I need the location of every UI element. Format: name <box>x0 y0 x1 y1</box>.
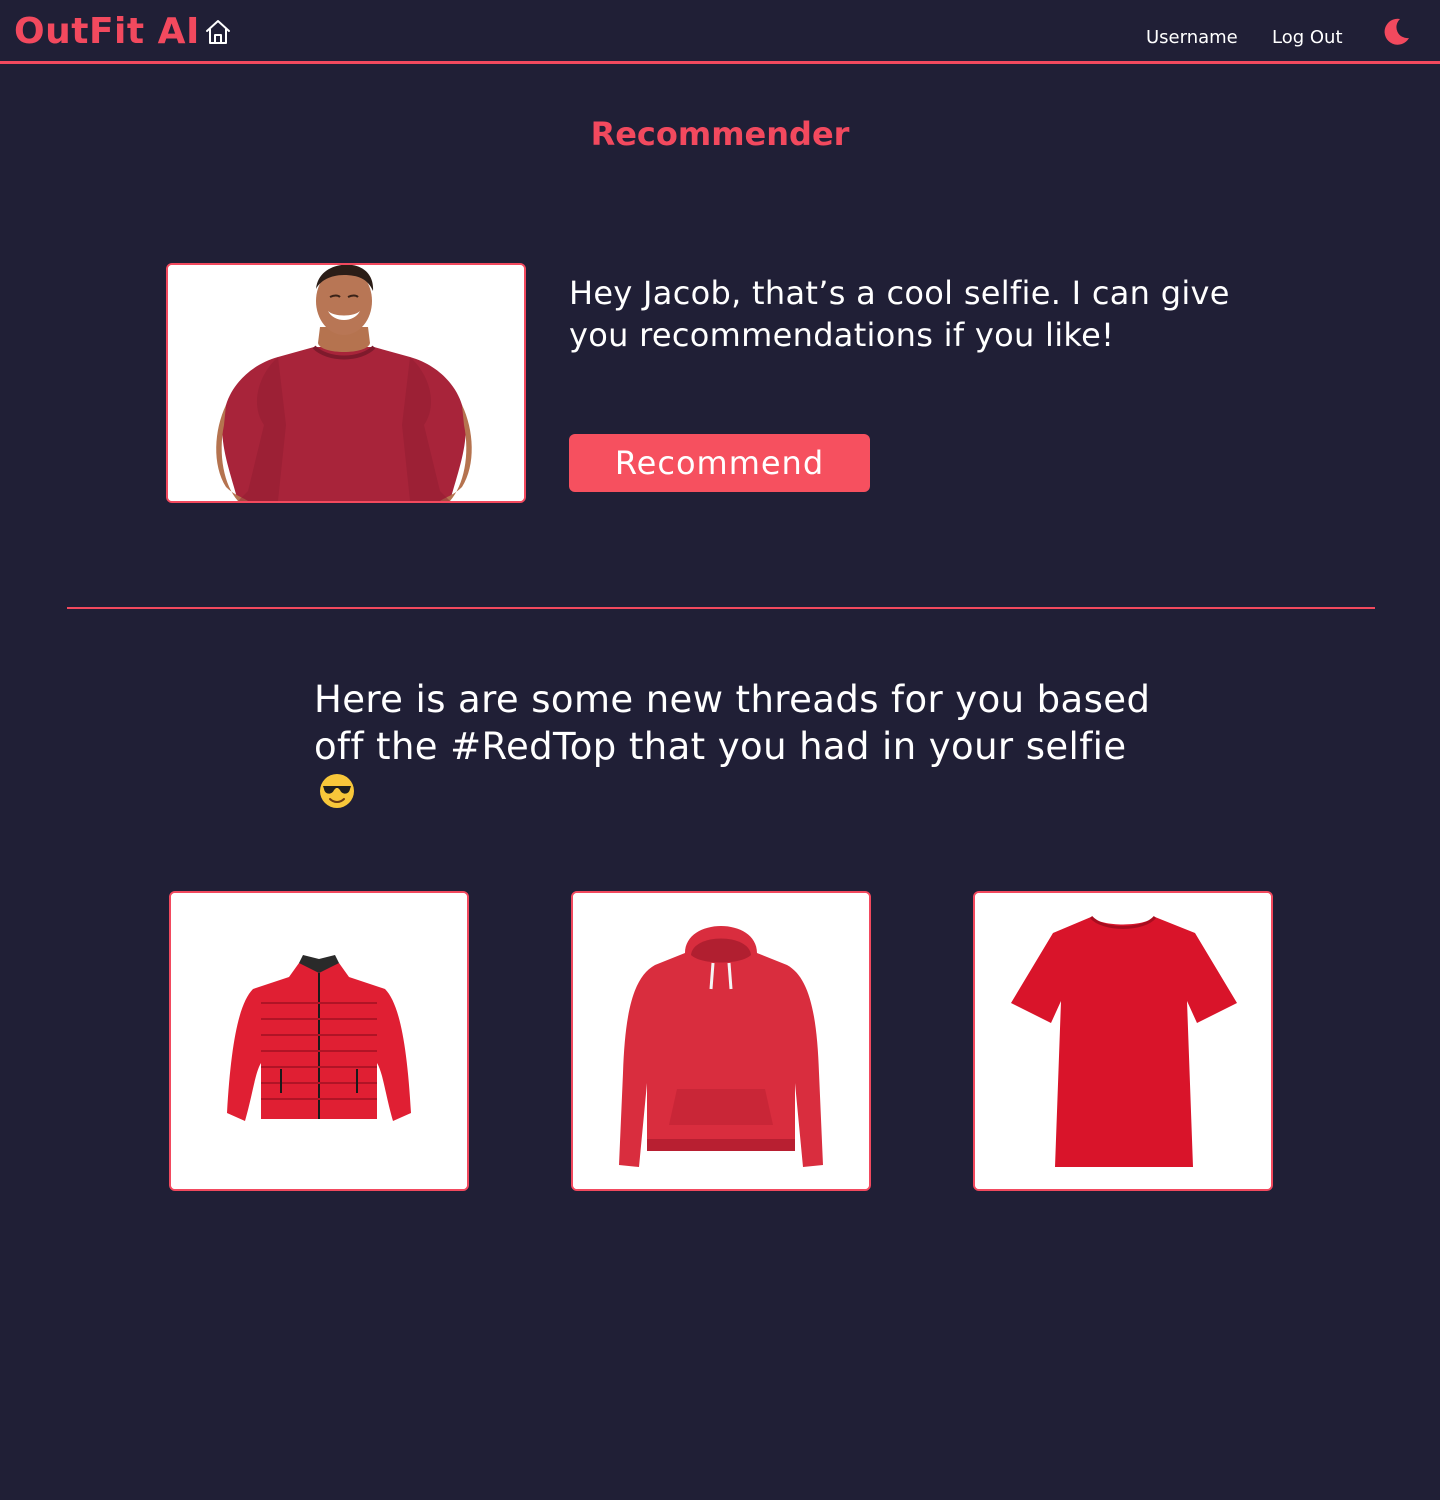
top-navigation-bar: OutFit AI Username Log Out <box>0 0 1440 64</box>
red-puffer-jacket-image <box>171 893 467 1189</box>
brand-logo[interactable]: OutFit AI <box>14 10 200 54</box>
section-divider <box>67 607 1375 609</box>
dark-mode-moon-icon[interactable] <box>1380 16 1412 48</box>
assistant-message: Hey Jacob, that’s a cool selfie. I can g… <box>569 274 1230 354</box>
results-message: Here is are some new threads for you bas… <box>314 676 1174 817</box>
selfie-image <box>166 263 526 503</box>
red-hoodie-image <box>573 893 869 1189</box>
recommend-button[interactable]: Recommend <box>569 434 870 492</box>
recommendation-card-tshirt[interactable] <box>973 891 1273 1191</box>
recommendation-card-jacket[interactable] <box>169 891 469 1191</box>
results-message-text: Here is are some new threads for you bas… <box>314 678 1151 768</box>
username-link[interactable]: Username <box>1146 26 1238 50</box>
page-title: Recommender <box>590 115 850 153</box>
recommendation-card-hoodie[interactable] <box>571 891 871 1191</box>
home-icon[interactable] <box>204 18 232 46</box>
red-tshirt-image <box>975 893 1271 1189</box>
smiling-face-with-sunglasses-icon <box>318 772 356 810</box>
logout-link[interactable]: Log Out <box>1272 26 1343 50</box>
